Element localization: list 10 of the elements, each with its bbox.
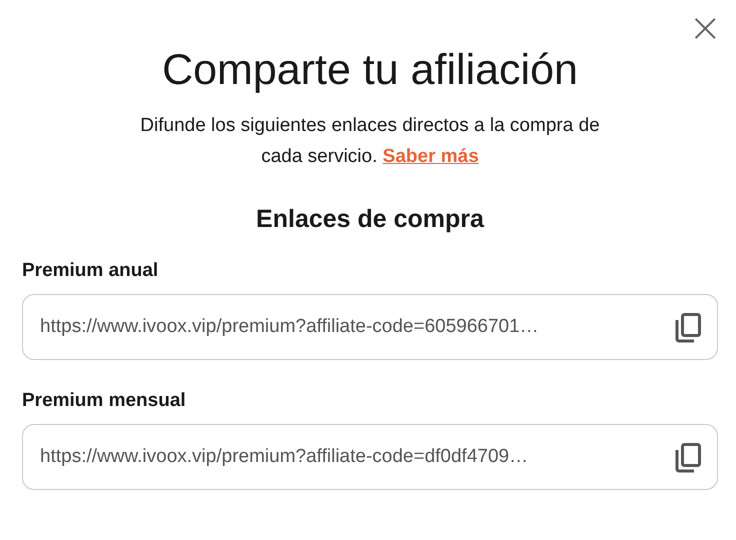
field-label: Premium mensual: [22, 389, 187, 413]
field-label: Premium anual: [22, 259, 160, 283]
copy-icon[interactable]: [673, 441, 703, 473]
copy-icon[interactable]: [673, 311, 703, 343]
section-title: Enlaces de compra: [255, 204, 485, 235]
close-button[interactable]: ×: [684, 8, 726, 48]
link-field[interactable]: https://www.ivoox.vip/premium?affiliate-code=605966701…: [22, 294, 718, 360]
description-text: Difunde los siguientes enlaces directos a la compra de cada servicio. Saber más: [140, 114, 600, 169]
dialog-title: Comparte tu afiliación: [161, 45, 579, 96]
link-field[interactable]: https://www.ivoox.vip/premium?affiliate-code=df0df4709…: [22, 424, 718, 490]
